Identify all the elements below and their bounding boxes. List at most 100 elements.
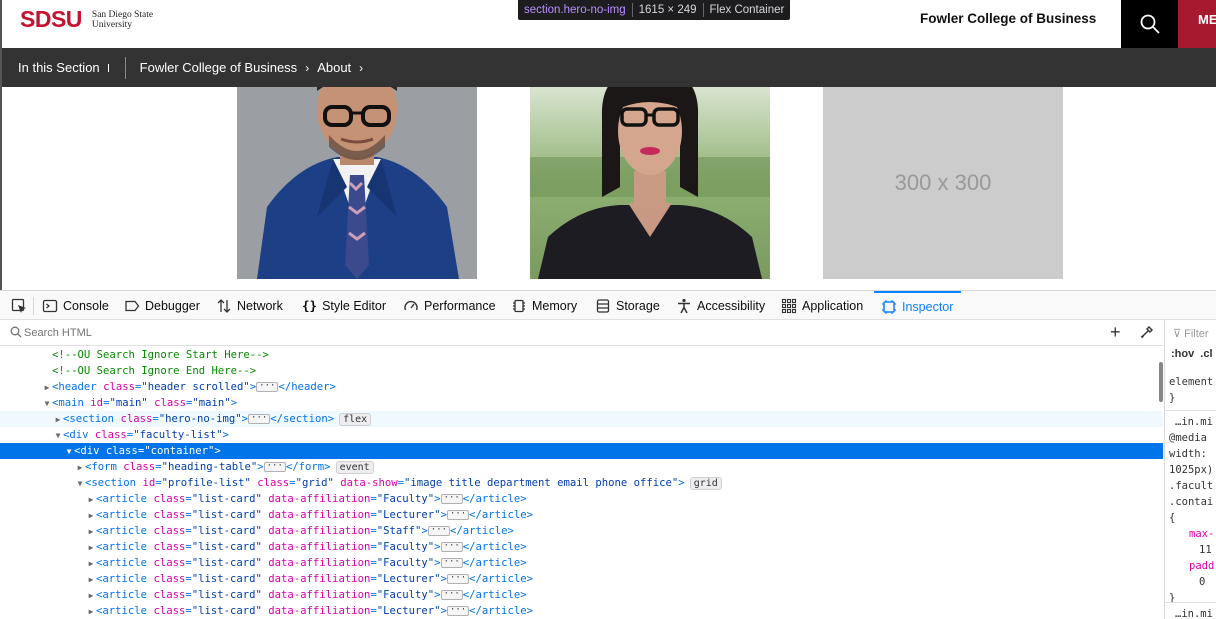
node-badge-flex[interactable]: flex <box>339 412 372 426</box>
menu-button[interactable]: ME <box>1178 0 1216 48</box>
markup-node[interactable]: ▼ <main id="main" class="main"> <box>0 395 1163 411</box>
tab-style-editor[interactable]: {} Style Editor <box>302 291 386 320</box>
collapsed-twisty-icon[interactable]: ▶ <box>86 556 96 572</box>
tag-name: article <box>102 541 148 553</box>
node-badge-event[interactable]: event <box>335 460 374 474</box>
markup-node[interactable]: ▶ <header class="header scrolled"> ··· </he… <box>0 379 1163 395</box>
collapsed-twisty-icon[interactable]: ▶ <box>86 604 96 619</box>
expanded-twisty-icon[interactable]: ▼ <box>53 428 63 444</box>
collapsed-twisty-icon[interactable]: ▶ <box>42 380 52 396</box>
collapsed-children-ellipsis[interactable]: ··· <box>440 542 463 552</box>
expanded-twisty-icon[interactable]: ▼ <box>42 396 52 412</box>
attr-value: "list-card" <box>191 493 262 505</box>
collapsed-children-ellipsis[interactable]: ··· <box>427 526 451 536</box>
search-html-bar: Search HTML + <box>0 320 1163 346</box>
rules-panel: ⊽ Filter :hov .cl element} …in.mi @media wi… <box>1164 320 1216 619</box>
attr-name: class <box>123 461 156 473</box>
eyedropper-icon[interactable] <box>1140 325 1154 339</box>
expanded-twisty-icon[interactable]: ▼ <box>75 476 85 492</box>
collapsed-twisty-icon[interactable]: ▶ <box>53 412 63 428</box>
add-node-icon[interactable]: + <box>1110 322 1121 343</box>
attr-name: id <box>142 477 156 489</box>
in-this-section-toggle[interactable]: In this Section <box>2 60 100 75</box>
collapsed-twisty-icon[interactable]: ▶ <box>86 524 96 540</box>
tab-network[interactable]: Network <box>216 291 283 320</box>
collapsed-children-ellipsis[interactable]: ··· <box>446 510 470 520</box>
tab-storage[interactable]: Storage <box>595 291 660 320</box>
section-nav-bar: In this Section Fowler College of Busine… <box>2 48 1216 87</box>
collapsed-children-ellipsis[interactable]: ··· <box>446 606 470 616</box>
breadcrumb-college[interactable]: Fowler College of Business <box>140 60 298 75</box>
college-name-link[interactable]: Fowler College of Business <box>920 11 1096 26</box>
markup-scrollbar[interactable] <box>1159 362 1163 402</box>
collapsed-children-ellipsis[interactable]: ··· <box>256 382 279 392</box>
attr-name: data-affiliation <box>268 509 371 521</box>
tab-console[interactable]: Console <box>42 291 109 320</box>
markup-node[interactable]: ▼ <div class="container"> <box>0 443 1163 459</box>
faculty-photo[interactable] <box>237 87 477 279</box>
tab-memory[interactable]: Memory <box>511 291 577 320</box>
search-html-input[interactable]: Search HTML <box>24 327 92 339</box>
rule-line: @media <box>1169 432 1207 444</box>
markup-node[interactable]: ▶ <article class="list-card" data-affilia… <box>0 555 1163 571</box>
sdsu-logo[interactable]: SDSU San Diego State University <box>20 6 153 33</box>
markup-node[interactable]: ▶ <article class="list-card" data-affilia… <box>0 539 1163 555</box>
tab-performance[interactable]: Performance <box>403 291 496 320</box>
collapsed-children-ellipsis[interactable]: ··· <box>440 590 463 600</box>
tab-application[interactable]: Application <box>781 291 863 320</box>
comment-node: <!--OU Search Ignore Start Here--> <box>52 349 269 361</box>
placeholder-image-label: 300 x 300 <box>894 170 992 195</box>
collapsed-children-ellipsis[interactable]: ··· <box>248 414 271 424</box>
console-icon <box>42 299 58 312</box>
markup-node[interactable]: ▶ <article class="list-card" data-affilia… <box>0 603 1163 619</box>
tab-performance-label: Performance <box>424 298 496 313</box>
attr-value: "list-card" <box>191 509 262 521</box>
placeholder-image[interactable]: 300 x 300 <box>823 87 1063 279</box>
collapsed-twisty-icon[interactable]: ▶ <box>86 572 96 588</box>
element-picker-icon[interactable] <box>11 298 27 314</box>
collapsed-children-ellipsis[interactable]: ··· <box>263 462 286 472</box>
markup-node[interactable]: ▶ <article class="list-card" data-affilia… <box>0 523 1163 539</box>
tab-debugger[interactable]: Debugger <box>124 291 200 320</box>
attr-value: "Faculty" <box>376 557 435 569</box>
node-badge-grid[interactable]: grid <box>689 476 722 490</box>
closing-tag: </article> <box>450 525 514 537</box>
attr-value: "Lecturer" <box>376 605 441 617</box>
filter-styles-input[interactable]: ⊽ Filter <box>1173 327 1209 340</box>
collapsed-twisty-icon[interactable]: ▶ <box>86 540 96 556</box>
markup-node[interactable]: ▶ <article class="list-card" data-affilia… <box>0 491 1163 507</box>
markup-node[interactable]: ▶ <article class="list-card" data-affilia… <box>0 507 1163 523</box>
markup-node[interactable]: ▶ <section class="hero-no-img"> ··· </secti… <box>0 411 1163 427</box>
attr-name: data-affiliation <box>268 573 371 585</box>
markup-node[interactable]: <!--OU Search Ignore End Here--> <box>0 363 1163 379</box>
hov-toggle[interactable]: :hov <box>1171 348 1194 360</box>
markup-node[interactable]: ▼ <div class="faculty-list"> <box>0 427 1163 443</box>
collapsed-twisty-icon[interactable]: ▶ <box>86 492 96 508</box>
markup-node[interactable]: ▶ <article class="list-card" data-affilia… <box>0 587 1163 603</box>
collapsed-twisty-icon[interactable]: ▶ <box>75 460 85 476</box>
breadcrumb-about[interactable]: About <box>317 60 351 75</box>
cls-toggle[interactable]: .cl <box>1200 348 1212 360</box>
tab-inspector[interactable]: Inspector <box>874 291 962 320</box>
expanded-twisty-icon[interactable]: ▼ <box>64 444 74 460</box>
collapsed-twisty-icon[interactable]: ▶ <box>86 508 96 524</box>
markup-node[interactable]: ▶ <form class="heading-table"> ··· </form> e… <box>0 459 1163 475</box>
markup-node[interactable]: ▶ <article class="list-card" data-affilia… <box>0 571 1163 587</box>
collapsed-twisty-icon[interactable]: ▶ <box>86 588 96 604</box>
faculty-photo[interactable] <box>530 87 770 279</box>
attr-value: "heading-table" <box>161 461 258 473</box>
attr-name: class <box>154 397 187 409</box>
tab-accessibility[interactable]: Accessibility <box>676 291 765 320</box>
site-search-button[interactable] <box>1121 0 1178 48</box>
tab-console-label: Console <box>63 298 109 313</box>
markup-node[interactable]: <!--OU Search Ignore Start Here--> <box>0 347 1163 363</box>
inspector-icon <box>882 299 896 314</box>
attr-value: "Lecturer" <box>376 509 441 521</box>
tag-close: > <box>257 461 264 473</box>
memory-icon <box>513 299 525 312</box>
collapsed-children-ellipsis[interactable]: ··· <box>440 558 463 568</box>
markup-node[interactable]: ▼ <section id="profile-list" class="grid"… <box>0 475 1163 491</box>
collapsed-children-ellipsis[interactable]: ··· <box>446 574 470 584</box>
tag-name: section <box>91 477 137 489</box>
collapsed-children-ellipsis[interactable]: ··· <box>440 494 463 504</box>
